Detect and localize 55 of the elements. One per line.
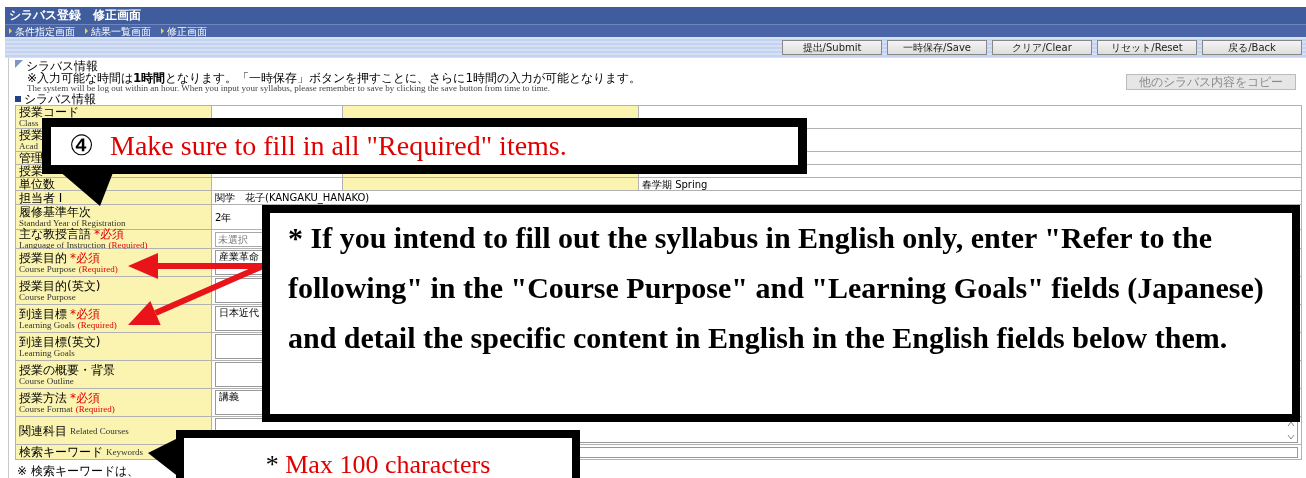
caret-icon bbox=[161, 28, 164, 34]
cell-text: 春学期 Spring bbox=[642, 178, 708, 190]
label-ja: 授業目的(英文) bbox=[19, 279, 101, 292]
label-ja: 履修基準年次 bbox=[19, 206, 91, 218]
label-en: Acad bbox=[19, 141, 38, 151]
label-en: Course Format (Required) bbox=[19, 403, 115, 414]
notice-text: ※入力可能な時間は1時間となります。「一時保存」ボタンを押すことに、さらに1時間の入力が可能となります。 bbox=[27, 72, 642, 84]
corner-icon bbox=[15, 60, 23, 68]
cell-text: 2年 bbox=[215, 211, 232, 223]
label-ja: 授業 bbox=[19, 165, 43, 177]
label-ja: 授業コード bbox=[19, 106, 79, 118]
label-ja: 授業の概要・背景 bbox=[19, 363, 115, 376]
form-title: シラバス情報 bbox=[24, 93, 96, 105]
caret-icon bbox=[85, 28, 88, 34]
label-ja: 単位数 bbox=[19, 178, 55, 190]
asterisk: * bbox=[265, 450, 279, 478]
caret-icon bbox=[9, 28, 12, 34]
label-ja: 検索キーワード bbox=[19, 446, 103, 458]
toolbar-button[interactable]: リセット/Reset bbox=[1097, 40, 1197, 55]
toolbar-button[interactable]: クリア/Clear bbox=[992, 40, 1092, 55]
label-ja: 担当者 I bbox=[19, 191, 63, 204]
breadcrumb-link[interactable]: 結果一覧画面 bbox=[85, 25, 151, 37]
notice-text: The system will be log out within an hour. When you input your syllabus, please remember to save by clicking the save button from time to time. bbox=[27, 84, 550, 93]
label-en: Course Purpose (Required) bbox=[19, 263, 118, 274]
label-en: Course Outline bbox=[19, 375, 74, 386]
footnote: ※ 検索キーワードは、 bbox=[17, 465, 139, 477]
square-icon bbox=[15, 96, 21, 102]
label-ja: 主な教授言語 *必須 bbox=[19, 228, 124, 240]
step-number: ④ bbox=[69, 129, 94, 163]
label-en: Language of Instruction (Required) bbox=[19, 240, 148, 250]
label-en: Learning Goals (Required) bbox=[19, 319, 117, 330]
label-ja: 関連科目 bbox=[19, 424, 67, 437]
callout-text: Max 100 characters bbox=[285, 450, 491, 478]
label-ja: 到達目標 *必須 bbox=[19, 307, 100, 320]
label-ja: 到達目標(英文) bbox=[19, 335, 101, 348]
label-ja: 授業 bbox=[19, 129, 43, 141]
label-en: Standard Year of Registration bbox=[19, 218, 126, 228]
section-title: シラバス情報 bbox=[26, 60, 98, 72]
toolbar-button[interactable]: 一時保存/Save bbox=[887, 40, 987, 55]
label-en: Keywords bbox=[106, 447, 143, 457]
label-en: Course Purpose bbox=[19, 291, 76, 302]
label-en: Related Courses bbox=[70, 425, 129, 436]
label-ja: 授業方法 *必須 bbox=[19, 391, 100, 404]
label-en: Class bbox=[19, 118, 39, 128]
callout-text: Make sure to fill in all "Required" items. bbox=[110, 129, 567, 163]
label-ja: 管理 bbox=[19, 152, 43, 164]
scroll-arrows-icon bbox=[1287, 420, 1295, 441]
cell-text: 関学 花子(KANGAKU_HANAKO) bbox=[215, 192, 370, 203]
label-ja: 授業目的 *必須 bbox=[19, 251, 100, 264]
label-en: Learning Goals bbox=[19, 347, 75, 358]
breadcrumb-link[interactable]: 条件指定画面 bbox=[9, 25, 75, 37]
toolbar-button[interactable]: 戻る/Back bbox=[1202, 40, 1302, 55]
window-title: シラバス登録 修正画面 bbox=[5, 7, 1306, 24]
breadcrumb-link[interactable]: 修正画面 bbox=[161, 25, 207, 37]
toolbar-button[interactable]: 提出/Submit bbox=[782, 40, 882, 55]
